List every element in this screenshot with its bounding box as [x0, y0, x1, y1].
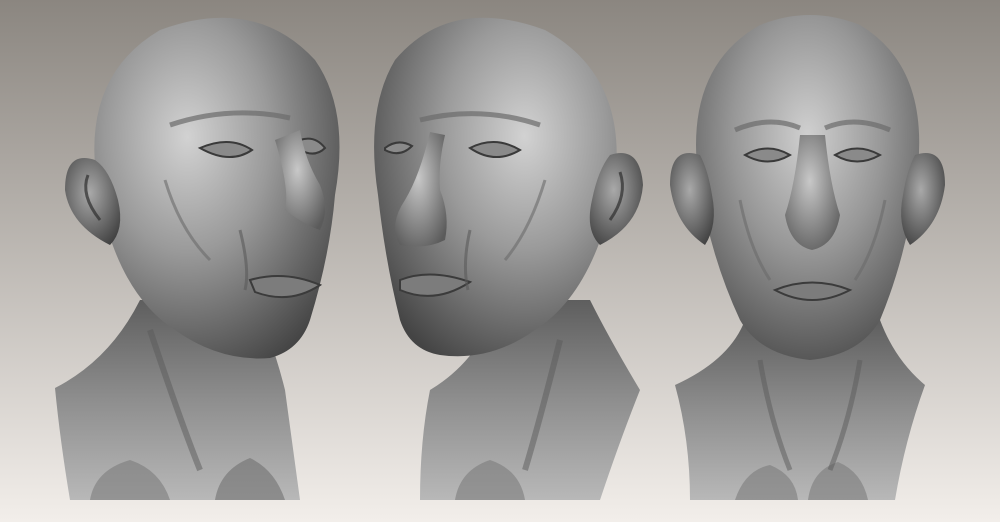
render-canvas: [0, 0, 1000, 522]
sculpt-viewport: [0, 0, 1000, 522]
